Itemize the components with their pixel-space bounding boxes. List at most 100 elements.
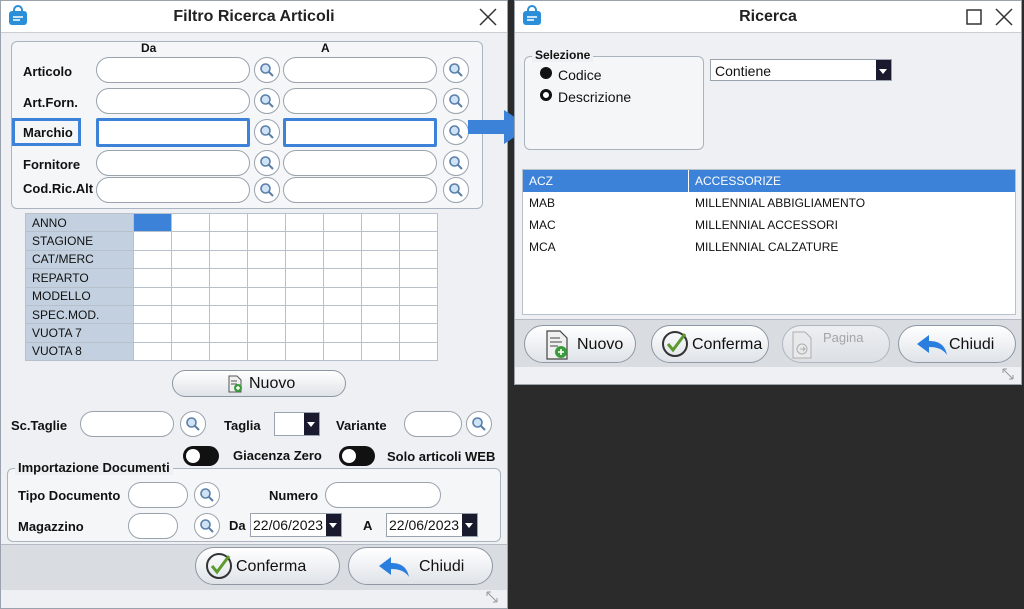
list-item[interactable]: MCA MILLENNIAL CALZATURE xyxy=(523,236,1015,258)
grid-cell[interactable] xyxy=(323,212,362,233)
grid-cell[interactable] xyxy=(285,341,324,362)
grid-cell[interactable] xyxy=(209,231,248,251)
magazzino-input[interactable] xyxy=(128,513,178,539)
grid-cell[interactable] xyxy=(323,286,362,306)
radio-codice[interactable] xyxy=(540,67,552,79)
grid-cell[interactable] xyxy=(285,231,324,251)
grid-cell[interactable] xyxy=(399,323,438,343)
grid-cell[interactable] xyxy=(399,304,438,325)
grid-cell[interactable] xyxy=(399,249,438,270)
marchio-da-input[interactable] xyxy=(96,118,250,147)
magazzino-search-button[interactable] xyxy=(194,513,220,539)
grid-cell[interactable] xyxy=(171,323,210,343)
grid-cell[interactable] xyxy=(209,286,248,306)
grid-cell[interactable] xyxy=(209,304,248,325)
grid-cell[interactable] xyxy=(285,249,324,270)
grid-cell[interactable] xyxy=(361,231,400,251)
grid-cell[interactable] xyxy=(285,212,324,233)
grid-cell[interactable] xyxy=(171,268,210,288)
art-forn-da-search-button[interactable] xyxy=(254,88,280,114)
variante-input[interactable] xyxy=(404,411,462,437)
fornitore-a-search-button[interactable] xyxy=(443,150,469,176)
tipo-documento-input[interactable] xyxy=(128,482,188,508)
grid-cell[interactable] xyxy=(247,268,286,288)
art-forn-a-search-button[interactable] xyxy=(443,88,469,114)
grid-cell[interactable] xyxy=(361,304,400,325)
grid-cell[interactable] xyxy=(399,212,438,233)
grid-cell[interactable] xyxy=(133,249,172,270)
articolo-da-search-button[interactable] xyxy=(254,57,280,83)
grid-cell[interactable] xyxy=(133,268,172,288)
taglia-select[interactable] xyxy=(274,412,320,436)
close-icon[interactable] xyxy=(477,6,499,28)
grid-cell[interactable] xyxy=(247,304,286,325)
grid-cell[interactable] xyxy=(247,323,286,343)
articolo-da-input[interactable] xyxy=(96,57,250,83)
grid-cell[interactable] xyxy=(133,286,172,306)
grid-cell[interactable] xyxy=(133,304,172,325)
grid-cell[interactable] xyxy=(133,212,172,233)
cod-ric-alt-da-input[interactable] xyxy=(96,177,250,203)
sc-taglie-search-button[interactable] xyxy=(180,411,206,437)
grid-cell[interactable] xyxy=(285,323,324,343)
cod-ric-alt-da-search-button[interactable] xyxy=(254,177,280,203)
fornitore-da-input[interactable] xyxy=(96,150,250,176)
grid-cell[interactable] xyxy=(323,249,362,270)
grid-cell[interactable] xyxy=(399,286,438,306)
sc-taglie-input[interactable] xyxy=(80,411,174,437)
grid-cell[interactable] xyxy=(361,268,400,288)
articolo-a-input[interactable] xyxy=(283,57,437,83)
cod-ric-alt-a-search-button[interactable] xyxy=(443,177,469,203)
nuovo-button[interactable]: Nuovo xyxy=(524,325,636,363)
grid-cell[interactable] xyxy=(285,268,324,288)
grid-cell[interactable] xyxy=(361,212,400,233)
maximize-icon[interactable] xyxy=(963,6,985,28)
grid-cell[interactable] xyxy=(209,323,248,343)
grid-cell[interactable] xyxy=(171,304,210,325)
grid-cell[interactable] xyxy=(399,341,438,362)
resize-grip-icon[interactable] xyxy=(1001,367,1015,381)
numero-input[interactable] xyxy=(325,482,441,508)
grid-cell[interactable] xyxy=(247,231,286,251)
fornitore-a-input[interactable] xyxy=(283,150,437,176)
list-item[interactable]: ACZ ACCESSORIZE xyxy=(523,170,1015,192)
pagina-button[interactable]: Pagina xyxy=(782,325,890,363)
match-mode-select[interactable]: Contiene xyxy=(710,59,892,81)
grid-cell[interactable] xyxy=(361,341,400,362)
conferma-button[interactable]: Conferma xyxy=(651,325,769,363)
variante-search-button[interactable] xyxy=(466,411,492,437)
giacenza-zero-toggle[interactable] xyxy=(183,446,219,466)
close-icon[interactable] xyxy=(993,6,1015,28)
grid-cell[interactable] xyxy=(323,231,362,251)
grid-cell[interactable] xyxy=(323,323,362,343)
grid-cell[interactable] xyxy=(133,231,172,251)
grid-cell[interactable] xyxy=(399,231,438,251)
date-from-picker[interactable]: 22/06/2023 xyxy=(250,513,342,537)
grid-cell[interactable] xyxy=(247,212,286,233)
grid-cell[interactable] xyxy=(209,212,248,233)
chiudi-button[interactable]: Chiudi xyxy=(898,325,1016,363)
grid-cell[interactable] xyxy=(323,268,362,288)
grid-cell[interactable] xyxy=(247,249,286,270)
grid-cell[interactable] xyxy=(361,286,400,306)
grid-cell[interactable] xyxy=(285,304,324,325)
grid-cell[interactable] xyxy=(399,268,438,288)
grid-cell[interactable] xyxy=(133,323,172,343)
cod-ric-alt-a-input[interactable] xyxy=(283,177,437,203)
grid-cell[interactable] xyxy=(209,249,248,270)
marchio-da-search-button[interactable] xyxy=(254,119,280,145)
articolo-a-search-button[interactable] xyxy=(443,57,469,83)
resize-grip-icon[interactable] xyxy=(485,590,499,604)
marchio-a-search-button[interactable] xyxy=(443,119,469,145)
chiudi-button[interactable]: Chiudi xyxy=(348,547,493,585)
grid-cell[interactable] xyxy=(323,341,362,362)
grid-cell[interactable] xyxy=(133,341,172,362)
grid-cell[interactable] xyxy=(361,323,400,343)
grid-cell[interactable] xyxy=(209,341,248,362)
nuovo-button[interactable]: Nuovo xyxy=(172,370,346,397)
radio-descrizione[interactable] xyxy=(540,89,552,101)
list-item[interactable]: MAC MILLENNIAL ACCESSORI xyxy=(523,214,1015,236)
grid-cell[interactable] xyxy=(361,249,400,270)
marchio-a-input[interactable] xyxy=(283,118,437,147)
solo-web-toggle[interactable] xyxy=(339,446,375,466)
